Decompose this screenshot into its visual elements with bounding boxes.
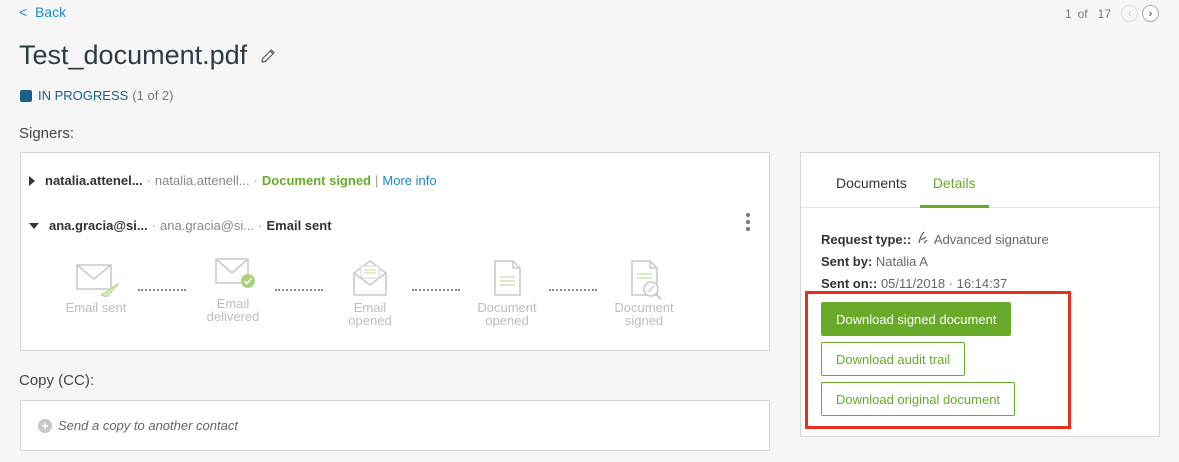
status-square-icon <box>20 89 32 102</box>
sent-by-value: Natalia A <box>875 254 928 269</box>
document-icon <box>494 260 521 296</box>
request-type-label: Request type:: <box>821 232 912 247</box>
step-document-signed: Document signed <box>599 257 689 327</box>
page-current: 1 <box>1064 6 1072 21</box>
step-caption-2: opened <box>485 313 529 328</box>
pipe-separator: | <box>375 173 379 188</box>
step-caption-2: signed <box>624 313 664 328</box>
cc-heading: Copy (CC): <box>19 372 95 389</box>
highlight-box <box>805 291 1071 429</box>
signer-state: Email sent <box>266 218 332 233</box>
signer-row[interactable]: ana.gracia@si... · ana.gracia@si... · Em… <box>29 218 332 233</box>
signer-email: ana.gracia@si... <box>160 218 255 233</box>
signer-row[interactable]: natalia.attenel... · natalia.attenell...… <box>29 173 437 188</box>
expand-arrow-icon[interactable] <box>29 175 35 186</box>
sent-by-row: Sent by: Natalia A <box>821 251 1049 273</box>
separator: · <box>253 173 258 188</box>
separator: · <box>151 218 157 233</box>
signers-box: natalia.attenel... · natalia.attenell...… <box>20 152 770 351</box>
envelope-open-icon <box>353 260 387 296</box>
sent-by-label: Sent by: <box>821 254 873 269</box>
signer-name: natalia.attenel... <box>45 173 143 188</box>
collapse-arrow-icon[interactable] <box>29 222 39 229</box>
cc-add-contact[interactable]: + Send a copy to another contact <box>20 400 770 451</box>
more-info-link[interactable]: More info <box>382 173 436 188</box>
status-badge: IN PROGRESS (1 of 2) <box>20 88 173 103</box>
status-label: IN PROGRESS <box>38 88 129 103</box>
pencil-icon[interactable] <box>259 47 277 65</box>
step-caption-2: opened <box>348 313 392 328</box>
step-caption: Email sent <box>65 300 127 315</box>
separator: · <box>146 173 151 188</box>
separator: · <box>258 218 263 233</box>
step-connector <box>549 289 597 291</box>
envelope-check-icon <box>215 258 255 288</box>
back-label: Back <box>34 4 67 20</box>
page-title-row: Test_document.pdf <box>19 40 277 71</box>
document-signed-icon <box>631 260 662 300</box>
step-connector <box>138 289 186 291</box>
next-page-button[interactable]: › <box>1142 5 1159 22</box>
pager: 1 of 17 ‹ › <box>1065 5 1159 22</box>
tab-documents[interactable]: Documents <box>823 153 920 208</box>
step-email-sent: Email sent <box>51 257 141 314</box>
signature-icon <box>918 231 928 244</box>
page-of: of <box>1077 6 1088 21</box>
envelope-plane-icon <box>76 264 120 297</box>
chevron-left-icon: < <box>19 4 28 20</box>
page-title: Test_document.pdf <box>19 40 248 70</box>
step-email-delivered: Email delivered <box>188 253 278 323</box>
cc-placeholder: Send a copy to another contact <box>58 418 238 433</box>
signer-email: natalia.attenell... <box>154 173 250 188</box>
request-details: Request type:: Advanced signature Sent b… <box>821 229 1049 295</box>
back-link[interactable]: < Back <box>19 4 66 20</box>
request-type-row: Request type:: Advanced signature <box>821 229 1049 251</box>
step-email-opened: Email opened <box>325 257 415 327</box>
prev-page-button[interactable]: ‹ <box>1121 5 1138 22</box>
tab-details[interactable]: Details <box>919 153 989 208</box>
status-count: (1 of 2) <box>132 88 174 103</box>
step-connector <box>412 289 460 291</box>
step-connector <box>275 289 323 291</box>
sent-on-value: 05/11/2018 · 16:14:37 <box>880 276 1008 291</box>
more-options-icon[interactable] <box>745 213 751 231</box>
step-caption-2: delivered <box>206 309 260 324</box>
page-total: 17 <box>1097 6 1111 21</box>
step-document-opened: Document opened <box>462 257 552 327</box>
request-type-value: Advanced signature <box>933 232 1049 247</box>
sent-on-label: Sent on:: <box>821 276 878 291</box>
plus-circle-icon: + <box>38 418 52 433</box>
signer-state: Document signed <box>261 173 371 188</box>
panel-tabs: Documents Details <box>801 153 1159 208</box>
signer-name: ana.gracia@si... <box>49 218 148 233</box>
signers-heading: Signers: <box>19 125 75 142</box>
